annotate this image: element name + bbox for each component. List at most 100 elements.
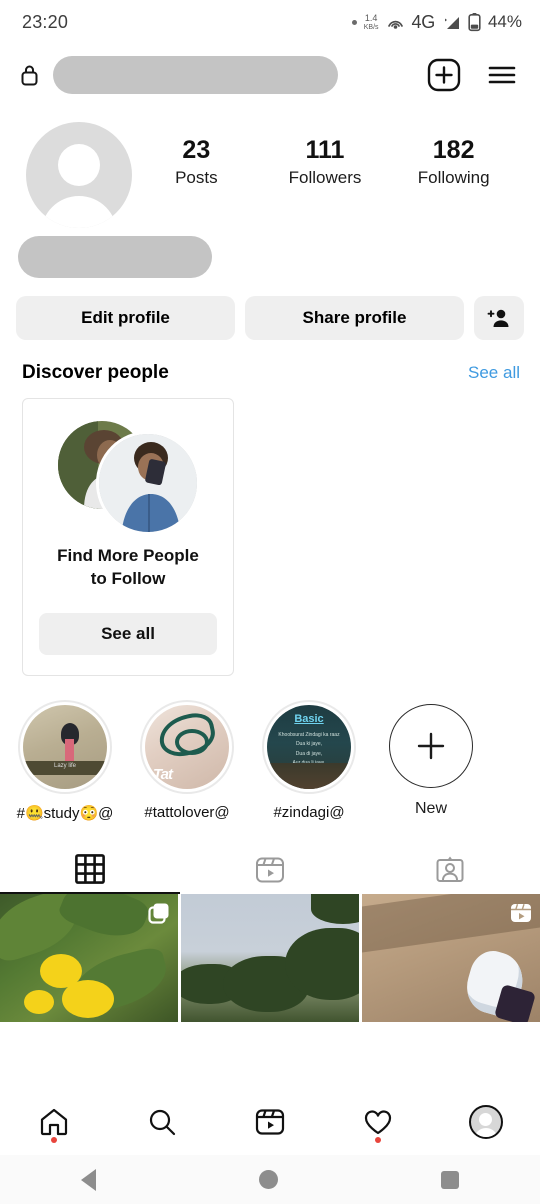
status-indicators: 1.4 KB/s 4G 44% (351, 11, 522, 33)
highlight-art-zindagi: Basic Khoobsurat Zindagi ka raaz Dua ki j… (267, 704, 351, 789)
profile-tabs (0, 846, 540, 894)
stat-count: 111 (305, 136, 345, 164)
profile-avatar-icon[interactable] (469, 1105, 503, 1139)
username-redacted[interactable] (53, 56, 338, 94)
discover-see-all-link[interactable]: See all (468, 363, 520, 383)
leaf (56, 893, 152, 948)
signal-bars-icon (442, 14, 461, 31)
avatar-body (41, 196, 117, 228)
profile-avatar-wrap[interactable] (26, 122, 132, 228)
dot-indicator-icon (351, 19, 357, 25)
status-bar: 23:20 1.4 KB/s 4G 44% (0, 0, 540, 44)
tab-grid[interactable] (0, 846, 180, 894)
home-badge-dot (51, 1137, 57, 1143)
home-circle-icon[interactable] (258, 1170, 278, 1189)
art-road (267, 762, 351, 789)
nav-reels[interactable] (238, 1093, 302, 1151)
avatar-head (479, 1113, 492, 1126)
highlight-zindagi[interactable]: Basic Khoobsurat Zindagi ka raaz Dua ki j… (260, 699, 358, 822)
heart-icon (363, 1107, 393, 1137)
grid-icon (75, 853, 105, 884)
android-navigation-bar (0, 1155, 540, 1204)
avatar-head (58, 144, 100, 186)
share-profile-button[interactable]: Share profile (245, 296, 464, 340)
discover-people-title: Discover people (22, 362, 169, 383)
art-band (23, 760, 107, 775)
plus-icon (414, 729, 448, 763)
discover-card[interactable]: Find More People to Follow See all (22, 398, 234, 676)
recents-square-icon[interactable] (440, 1170, 459, 1189)
battery-percent: 44% (487, 12, 522, 31)
default-avatar-icon[interactable] (26, 122, 132, 228)
reels-icon (509, 901, 533, 930)
highlight-thumbnail: Tat (145, 704, 229, 789)
tab-reels[interactable] (180, 846, 360, 894)
tagged-person-icon (435, 855, 465, 885)
lock-icon (20, 63, 39, 87)
network-speed: 1.4 KB/s (363, 12, 379, 31)
art-basic-text: Basic (294, 712, 324, 725)
back-triangle-icon[interactable] (81, 1168, 97, 1191)
highlight-tattolover[interactable]: Tat #tattolover@ (138, 699, 236, 822)
post-thumbnail[interactable] (181, 893, 359, 1022)
plus-square-icon (427, 58, 461, 92)
stat-posts[interactable]: 23 Posts (141, 136, 251, 188)
carousel-icon (147, 901, 171, 930)
new-highlight-circle[interactable] (389, 703, 473, 788)
nav-profile[interactable] (454, 1093, 518, 1151)
nav-activity[interactable] (346, 1093, 410, 1151)
reels-icon (255, 855, 285, 885)
art-ink-2 (175, 728, 209, 755)
highlight-thumbnail: Basic Khoobsurat Zindagi ka raaz Dua ki j… (267, 704, 351, 789)
network-speed-unit: KB/s (363, 23, 379, 31)
display-name-redacted (18, 236, 212, 278)
highlight-label: #🤐study😳@ (16, 804, 114, 822)
menu-button[interactable] (480, 53, 524, 97)
add-person-icon (487, 307, 511, 329)
post-thumbnail[interactable] (362, 893, 540, 1022)
flower (62, 979, 114, 1018)
highlight-ring: Basic Khoobsurat Zindagi ka raaz Dua ki j… (262, 699, 356, 794)
bottom-navigation (0, 1089, 540, 1155)
discover-card-avatars (52, 421, 204, 537)
stat-following[interactable]: 182 Following (399, 136, 509, 188)
battery-icon (468, 12, 481, 32)
hamburger-menu-icon (486, 59, 518, 91)
stat-label: Followers (288, 167, 362, 187)
highlight-ring: Tat (140, 699, 234, 794)
profile-header (0, 44, 540, 106)
add-post-button[interactable] (422, 53, 466, 97)
post-thumbnail[interactable] (0, 893, 178, 1022)
network-speed-value: 1.4 (364, 12, 378, 23)
highlight-thumbnail (23, 704, 107, 789)
stat-label: Posts (175, 167, 218, 187)
add-person-button[interactable] (474, 296, 524, 340)
discover-people-header: Discover people See all (0, 340, 540, 384)
post-grid (0, 893, 540, 1022)
hotspot-icon (386, 14, 405, 31)
new-highlight-label: New (414, 799, 447, 817)
discover-card-title-line2: to Follow (90, 568, 166, 588)
nav-home[interactable] (22, 1093, 86, 1151)
edit-profile-button[interactable]: Edit profile (16, 296, 235, 340)
flower (24, 989, 54, 1014)
highlight-art-study (23, 704, 107, 789)
home-icon (39, 1107, 69, 1137)
profile-summary: 23 Posts 111 Followers 182 Following (0, 106, 540, 228)
art-text: Tat (153, 765, 173, 783)
stat-count: 182 (432, 136, 475, 164)
tree (311, 893, 359, 924)
profile-stats: 23 Posts 111 Followers 182 Following (132, 122, 518, 188)
stat-label: Following (417, 167, 490, 187)
search-icon (147, 1107, 177, 1137)
highlight-art-tattoo: Tat (145, 704, 229, 789)
discover-card-see-all-button[interactable]: See all (39, 612, 217, 655)
stat-followers[interactable]: 111 Followers (270, 136, 380, 188)
nav-search[interactable] (130, 1093, 194, 1151)
highlight-study[interactable]: #🤐study😳@ (16, 699, 114, 822)
highlight-label: #zindagi@ (273, 803, 345, 821)
highlight-label: #tattolover@ (144, 803, 230, 821)
highlight-new[interactable]: New (382, 700, 480, 822)
network-type: 4G (411, 11, 436, 32)
tab-tagged[interactable] (360, 846, 540, 894)
